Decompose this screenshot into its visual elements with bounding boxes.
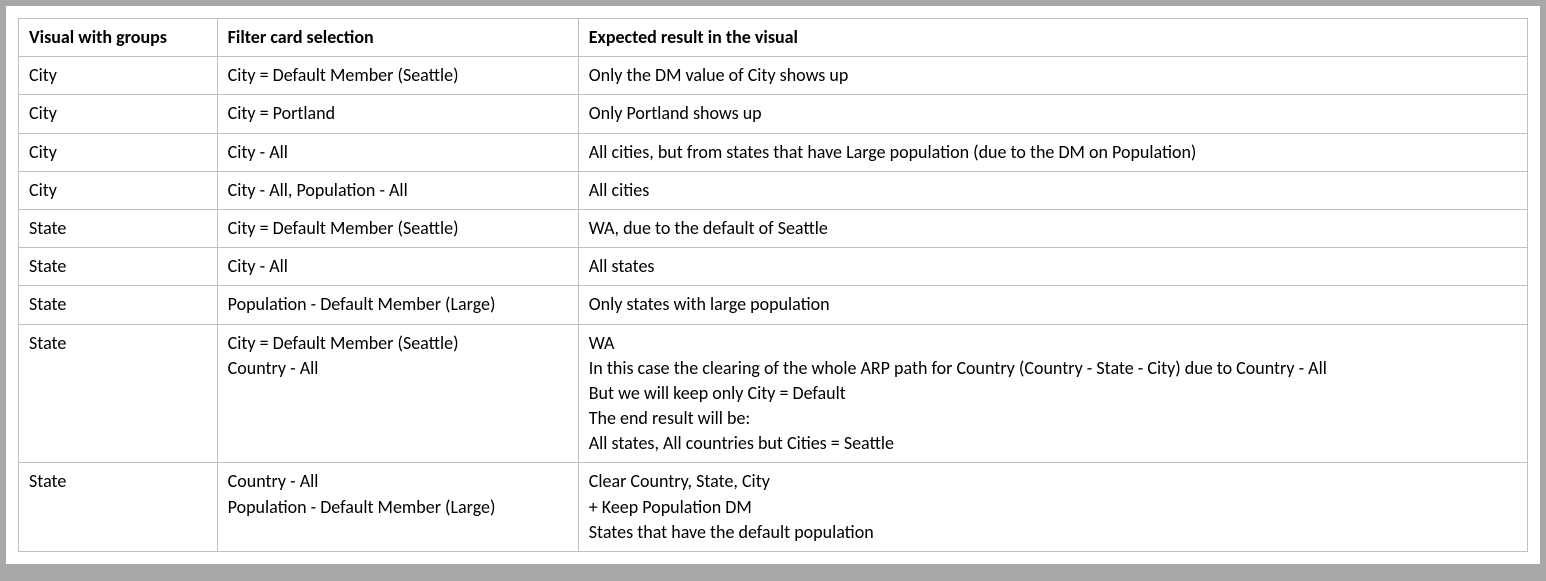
cell-visual: State [19, 324, 218, 463]
table-row: City City - All All cities, but from sta… [19, 133, 1528, 171]
cell-filter: City - All [217, 133, 578, 171]
cell-filter: City - All, Population - All [217, 171, 578, 209]
cell-result: Only states with large population [578, 286, 1527, 324]
table-row: State City = Default Member (Seattle) Co… [19, 324, 1528, 463]
cell-visual: State [19, 248, 218, 286]
cell-filter: City = Default Member (Seattle) [217, 57, 578, 95]
cell-result: WA, due to the default of Seattle [578, 209, 1527, 247]
cell-result: Clear Country, State, City + Keep Popula… [578, 463, 1527, 552]
cell-visual: State [19, 463, 218, 552]
cell-filter: City = Default Member (Seattle) [217, 209, 578, 247]
table-header-row: Visual with groups Filter card selection… [19, 19, 1528, 57]
cell-visual: State [19, 209, 218, 247]
cell-filter: City = Default Member (Seattle) Country … [217, 324, 578, 463]
header-result: Expected result in the visual [578, 19, 1527, 57]
header-filter: Filter card selection [217, 19, 578, 57]
cell-filter: Country - All Population - Default Membe… [217, 463, 578, 552]
table-row: State Country - All Population - Default… [19, 463, 1528, 552]
table-row: State Population - Default Member (Large… [19, 286, 1528, 324]
document-frame: Visual with groups Filter card selection… [6, 6, 1540, 564]
cell-visual: City [19, 57, 218, 95]
cell-filter: Population - Default Member (Large) [217, 286, 578, 324]
table-row: City City = Default Member (Seattle) Onl… [19, 57, 1528, 95]
data-table: Visual with groups Filter card selection… [18, 18, 1528, 552]
cell-visual: State [19, 286, 218, 324]
cell-filter: City - All [217, 248, 578, 286]
cell-visual: City [19, 95, 218, 133]
cell-result: WA In this case the clearing of the whol… [578, 324, 1527, 463]
cell-result: All cities [578, 171, 1527, 209]
cell-result: Only the DM value of City shows up [578, 57, 1527, 95]
cell-visual: City [19, 133, 218, 171]
cell-filter: City = Portland [217, 95, 578, 133]
table-row: State City - All All states [19, 248, 1528, 286]
table-row: City City = Portland Only Portland shows… [19, 95, 1528, 133]
cell-result: Only Portland shows up [578, 95, 1527, 133]
cell-result: All cities, but from states that have La… [578, 133, 1527, 171]
table-row: State City = Default Member (Seattle) WA… [19, 209, 1528, 247]
cell-visual: City [19, 171, 218, 209]
cell-result: All states [578, 248, 1527, 286]
table-row: City City - All, Population - All All ci… [19, 171, 1528, 209]
header-visual: Visual with groups [19, 19, 218, 57]
